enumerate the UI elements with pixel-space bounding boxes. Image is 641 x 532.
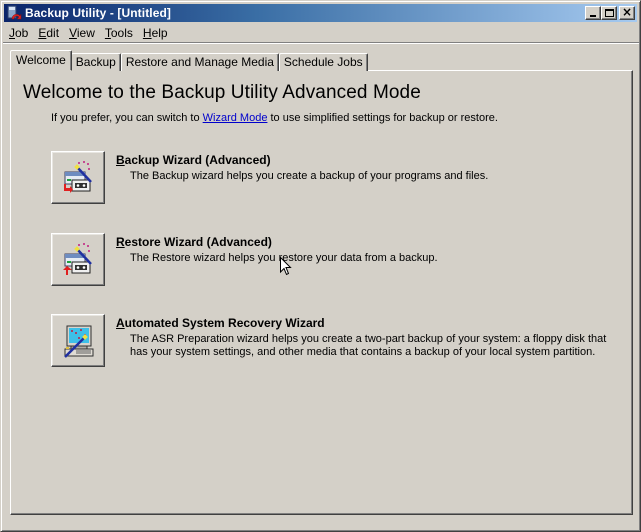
restore-wizard-button[interactable]	[51, 233, 105, 286]
backup-wizard-description: The Backup wizard helps you create a bac…	[130, 170, 489, 182]
asr-wizard-title[interactable]: Automated System Recovery Wizard	[116, 316, 325, 330]
menu-help[interactable]: Help	[138, 26, 173, 40]
maximize-button[interactable]	[601, 6, 617, 20]
restore-wizard-title[interactable]: Restore Wizard (Advanced)	[116, 235, 272, 249]
backup-wizard-button[interactable]	[51, 151, 105, 204]
menu-separator	[3, 42, 639, 44]
backup-app-icon	[6, 5, 22, 21]
tab-schedule-jobs[interactable]: Schedule Jobs	[278, 53, 368, 71]
mouse-cursor-icon	[280, 256, 292, 280]
close-button[interactable]: ×	[619, 5, 635, 20]
asr-wizard-icon	[64, 325, 94, 358]
maximize-icon	[605, 9, 614, 17]
restore-wizard-description: The Restore wizard helps you restore you…	[130, 252, 438, 264]
wizard-mode-link[interactable]: Wizard Mode	[203, 112, 268, 124]
minimize-button[interactable]	[585, 6, 601, 20]
asr-wizard-button[interactable]	[51, 314, 105, 367]
intro-text: If you prefer, you can switch to Wizard …	[51, 112, 498, 124]
tab-backup[interactable]: Backup	[70, 53, 121, 71]
close-icon: ×	[621, 5, 633, 19]
backup-wizard-title[interactable]: Backup Wizard (Advanced)	[116, 153, 271, 167]
title-bar[interactable]: Backup Utility - [Untitled] ×	[4, 4, 637, 22]
backup-utility-window: Backup Utility - [Untitled] × Job Edit V…	[0, 0, 641, 532]
welcome-tab-panel	[10, 70, 633, 515]
tab-strip: Welcome Backup Restore and Manage Media …	[10, 50, 368, 71]
window-title: Backup Utility - [Untitled]	[25, 6, 172, 20]
backup-wizard-icon	[64, 161, 92, 193]
tab-welcome[interactable]: Welcome	[10, 50, 72, 71]
menu-edit[interactable]: Edit	[33, 26, 64, 40]
menu-bar: Job Edit View Tools Help	[4, 23, 173, 42]
minimize-icon	[590, 15, 596, 17]
asr-wizard-description: The ASR Preparation wizard helps you cre…	[130, 333, 607, 358]
page-title: Welcome to the Backup Utility Advanced M…	[23, 82, 421, 103]
tab-restore-and-manage-media[interactable]: Restore and Manage Media	[120, 53, 279, 71]
menu-view[interactable]: View	[64, 26, 100, 40]
menu-tools[interactable]: Tools	[100, 26, 138, 40]
menu-job[interactable]: Job	[4, 26, 33, 40]
restore-wizard-icon	[63, 243, 92, 275]
